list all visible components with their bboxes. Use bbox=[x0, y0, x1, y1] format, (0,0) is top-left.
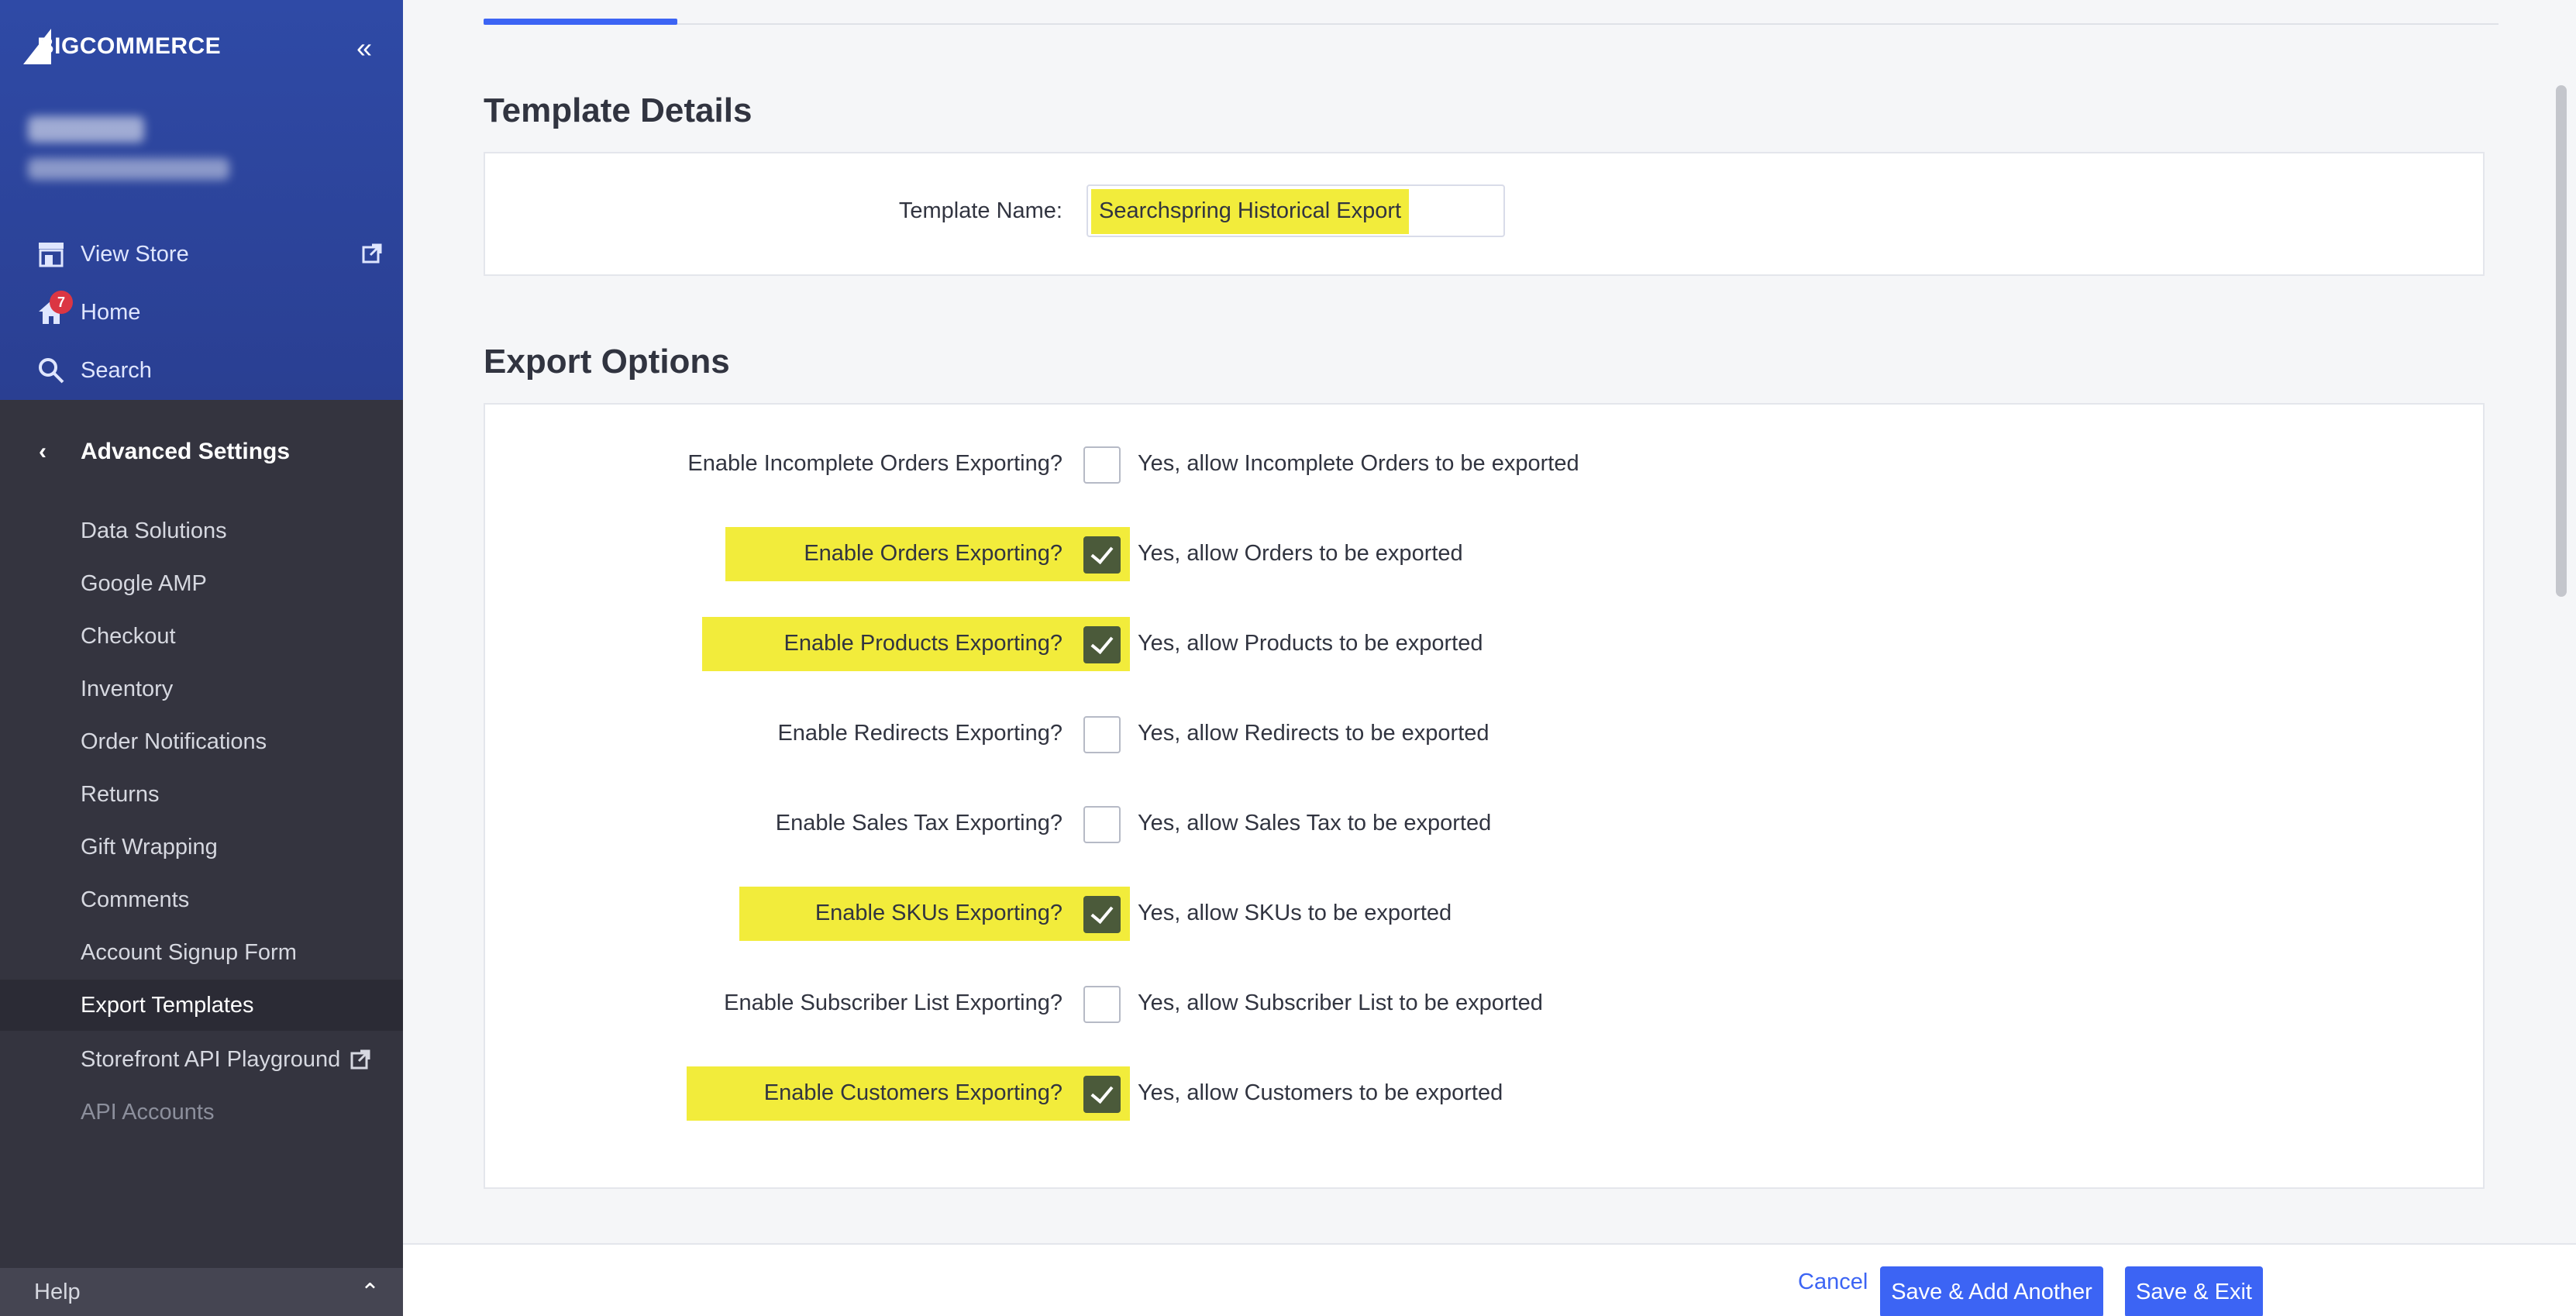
notification-badge: 7 bbox=[50, 291, 73, 314]
option-description: Yes, allow Customers to be exported bbox=[1138, 1080, 1503, 1105]
save-and-add-another-button[interactable]: Save & Add Another bbox=[1880, 1266, 2103, 1316]
help-label: Help bbox=[34, 1279, 81, 1304]
sidebar: BIGCOMMERCE « View Store 7 Home Search ‹… bbox=[0, 0, 403, 1316]
template-details-title: Template Details bbox=[484, 91, 752, 129]
export-options-title: Export Options bbox=[484, 343, 730, 381]
option-row-customers: Enable Customers Exporting? Yes, allow C… bbox=[485, 1066, 2483, 1121]
checkbox-redirects[interactable] bbox=[1083, 716, 1121, 753]
checkbox-skus[interactable] bbox=[1083, 896, 1121, 933]
store-name-blurred bbox=[28, 116, 144, 143]
help-toggle[interactable]: Help ⌃ bbox=[0, 1268, 403, 1316]
sidebar-item-checkout[interactable]: Checkout bbox=[0, 611, 403, 662]
store-url-blurred bbox=[28, 158, 229, 180]
sidebar-item-google-amp[interactable]: Google AMP bbox=[0, 558, 403, 609]
sidebar-item-label: Returns bbox=[81, 781, 160, 807]
sidebar-item-label: Search bbox=[81, 357, 152, 383]
option-label: Enable Products Exporting? bbox=[783, 631, 1063, 656]
sidebar-item-label: Home bbox=[81, 299, 141, 325]
option-row-orders: Enable Orders Exporting? Yes, allow Orde… bbox=[485, 527, 2483, 581]
option-row-sales-tax: Enable Sales Tax Exporting? Yes, allow S… bbox=[485, 797, 2483, 851]
external-link-icon[interactable] bbox=[361, 243, 384, 266]
sidebar-item-api-accounts[interactable]: API Accounts bbox=[0, 1087, 403, 1138]
sidebar-item-view-store[interactable]: View Store bbox=[36, 231, 384, 277]
sidebar-item-label: Gift Wrapping bbox=[81, 834, 218, 860]
sidebar-item-order-notifications[interactable]: Order Notifications bbox=[0, 716, 403, 767]
sidebar-item-account-signup-form[interactable]: Account Signup Form bbox=[0, 927, 403, 978]
sidebar-section-label: Advanced Settings bbox=[81, 439, 291, 464]
search-icon bbox=[36, 355, 67, 386]
option-row-products: Enable Products Exporting? Yes, allow Pr… bbox=[485, 617, 2483, 671]
sidebar-section-advanced-settings[interactable]: ‹ Advanced Settings bbox=[0, 423, 403, 481]
option-row-subscriber-list: Enable Subscriber List Exporting? Yes, a… bbox=[485, 977, 2483, 1031]
cancel-button[interactable]: Cancel bbox=[1798, 1269, 1868, 1295]
option-label: Enable Customers Exporting? bbox=[763, 1080, 1062, 1105]
store-icon bbox=[36, 239, 67, 270]
sidebar-item-gift-wrapping[interactable]: Gift Wrapping bbox=[0, 822, 403, 873]
option-description: Yes, allow Incomplete Orders to be expor… bbox=[1138, 451, 1579, 476]
sidebar-item-label: Inventory bbox=[81, 676, 174, 701]
option-row-skus: Enable SKUs Exporting? Yes, allow SKUs t… bbox=[485, 887, 2483, 941]
external-link-icon bbox=[350, 1049, 371, 1070]
option-description: Yes, allow Products to be exported bbox=[1138, 631, 1483, 656]
sidebar-item-label: View Store bbox=[81, 241, 189, 267]
store-info-blurred bbox=[28, 116, 229, 180]
option-description: Yes, allow Subscriber List to be exporte… bbox=[1138, 990, 1543, 1015]
option-description: Yes, allow SKUs to be exported bbox=[1138, 901, 1452, 925]
sidebar-item-returns[interactable]: Returns bbox=[0, 769, 403, 820]
sidebar-item-label: Export Templates bbox=[81, 992, 254, 1018]
sidebar-item-label: Data Solutions bbox=[81, 518, 227, 543]
checkbox-customers[interactable] bbox=[1083, 1076, 1121, 1113]
option-row-redirects: Enable Redirects Exporting? Yes, allow R… bbox=[485, 707, 2483, 761]
label-column: Template Name: bbox=[485, 153, 1062, 274]
template-name-label: Template Name: bbox=[898, 198, 1062, 223]
option-label: Enable Redirects Exporting? bbox=[777, 721, 1062, 746]
sidebar-item-storefront-api-playground[interactable]: Storefront API Playground bbox=[0, 1034, 403, 1085]
home-icon: 7 bbox=[36, 291, 73, 328]
sidebar-item-data-solutions[interactable]: Data Solutions bbox=[0, 505, 403, 556]
checkbox-products[interactable] bbox=[1083, 626, 1121, 663]
active-tab-indicator bbox=[484, 19, 677, 25]
chevron-left-icon: ‹ bbox=[39, 439, 46, 464]
checkbox-orders[interactable] bbox=[1083, 536, 1121, 574]
option-label: Enable Sales Tax Exporting? bbox=[775, 811, 1062, 835]
option-label: Enable SKUs Exporting? bbox=[814, 901, 1062, 925]
sidebar-item-label: Checkout bbox=[81, 623, 176, 649]
sidebar-item-label: Comments bbox=[81, 887, 190, 912]
sidebar-header: BIGCOMMERCE « bbox=[0, 0, 403, 400]
bigcommerce-logo[interactable]: BIGCOMMERCE bbox=[23, 25, 221, 68]
checkbox-sales-tax[interactable] bbox=[1083, 806, 1121, 843]
template-name-input[interactable] bbox=[1099, 186, 1486, 236]
main-content: Template Details Template Name: Export O… bbox=[403, 0, 2576, 1316]
option-description: Yes, allow Orders to be exported bbox=[1138, 541, 1463, 566]
save-and-exit-button[interactable]: Save & Exit bbox=[2125, 1266, 2263, 1316]
sidebar-item-label: Storefront API Playground bbox=[81, 1046, 341, 1072]
form-footer: Cancel Save & Add Another Save & Exit bbox=[403, 1243, 2576, 1316]
option-row-incomplete-orders: Enable Incomplete Orders Exporting? Yes,… bbox=[485, 437, 2483, 491]
sidebar-item-label: Order Notifications bbox=[81, 729, 267, 754]
checkbox-incomplete-orders[interactable] bbox=[1083, 446, 1121, 484]
checkbox-subscriber-list[interactable] bbox=[1083, 986, 1121, 1023]
logo-text: BIGCOMMERCE bbox=[37, 33, 222, 59]
sidebar-item-export-templates[interactable]: Export Templates bbox=[0, 980, 403, 1031]
template-details-panel: Template Name: bbox=[484, 152, 2485, 276]
sidebar-item-inventory[interactable]: Inventory bbox=[0, 663, 403, 715]
template-name-field-wrapper bbox=[1087, 184, 1505, 237]
export-options-panel: Enable Incomplete Orders Exporting? Yes,… bbox=[484, 403, 2485, 1189]
option-label: Enable Subscriber List Exporting? bbox=[724, 990, 1062, 1015]
option-description: Yes, allow Sales Tax to be exported bbox=[1138, 811, 1492, 835]
sidebar-item-home[interactable]: 7 Home bbox=[36, 289, 384, 336]
sidebar-item-search[interactable]: Search bbox=[36, 347, 384, 394]
option-label: Enable Incomplete Orders Exporting? bbox=[687, 451, 1062, 476]
option-label: Enable Orders Exporting? bbox=[804, 541, 1062, 566]
collapse-sidebar-button[interactable]: « bbox=[349, 33, 380, 64]
sidebar-item-label: API Accounts bbox=[81, 1099, 215, 1125]
tab-strip bbox=[484, 23, 2499, 25]
sidebar-item-label: Google AMP bbox=[81, 570, 207, 596]
chevron-up-icon: ⌃ bbox=[360, 1279, 380, 1305]
sidebar-item-label: Account Signup Form bbox=[81, 939, 297, 965]
sidebar-item-comments[interactable]: Comments bbox=[0, 874, 403, 925]
option-description: Yes, allow Redirects to be exported bbox=[1138, 721, 1489, 746]
page-scrollbar[interactable] bbox=[2556, 85, 2567, 597]
